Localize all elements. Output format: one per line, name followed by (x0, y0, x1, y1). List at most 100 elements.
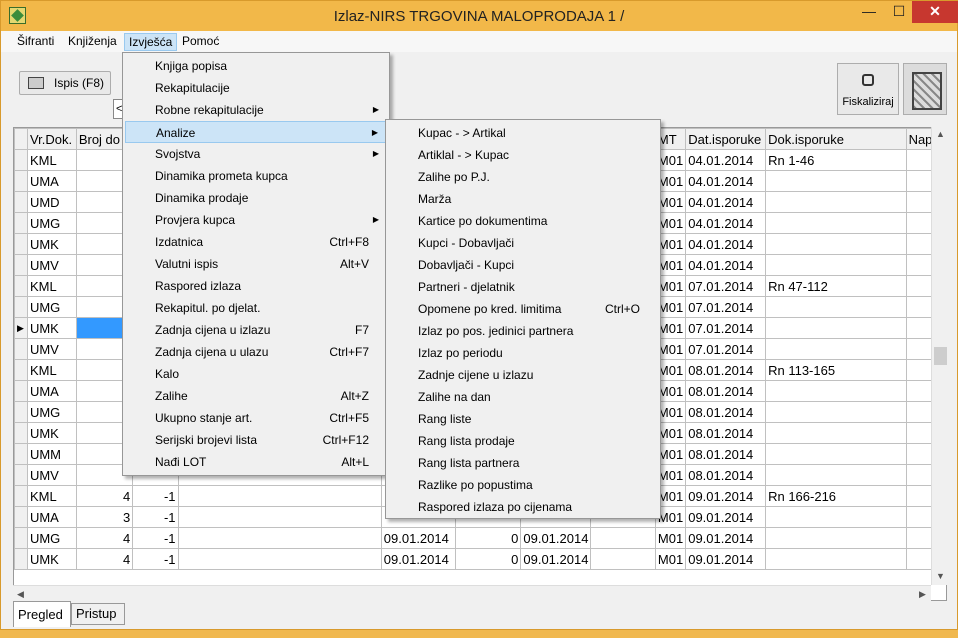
submenu-item[interactable]: Rang lista partnera (388, 452, 658, 474)
menu-izvjesca[interactable]: Izvješća (124, 33, 178, 51)
submenu-item[interactable]: Marža (388, 188, 658, 210)
cell-dat-isporuke[interactable]: 07.01.2014 (685, 338, 767, 360)
cell-vr-dok[interactable]: KML (26, 485, 77, 507)
menu-item[interactable]: Knjiga popisa (125, 55, 387, 77)
submenu-item[interactable]: Razlike po popustima (388, 474, 658, 496)
cell-col4[interactable] (177, 527, 382, 549)
submenu-item[interactable]: Kupac - > Artikal (388, 122, 658, 144)
cell-dat-isporuke[interactable]: 08.01.2014 (685, 422, 767, 444)
cell-dok-isporuke[interactable]: Rn 47-112 (765, 275, 907, 297)
tab-pristup[interactable]: Pristup (71, 603, 125, 625)
print-button[interactable]: Ispis (F8) (19, 71, 111, 95)
cell-dok-isporuke[interactable] (765, 464, 907, 486)
menu-item[interactable]: Raspored izlaza (125, 275, 387, 297)
cell-broj-dok[interactable]: 3 (75, 506, 134, 528)
menu-item[interactable]: Zadnja cijena u izlazu F7 (125, 319, 387, 341)
cell-dok-isporuke[interactable] (765, 296, 907, 318)
cell-vr-dok[interactable]: UMA (26, 506, 77, 528)
cell-vr-dok[interactable]: UMD (26, 191, 77, 213)
table-row[interactable]: UMK 4 -1 09.01.2014 0 09.01.2014 M01 09.01.2014 (14, 548, 946, 570)
cell-vr-dok[interactable]: UMM (26, 443, 77, 465)
scroll-left-icon[interactable]: ◀ (17, 589, 24, 600)
submenu-item[interactable]: Izlaz po periodu (388, 342, 658, 364)
cell-vr-dok[interactable]: UMV (26, 464, 77, 486)
cell-dok-isporuke[interactable] (765, 506, 907, 528)
menu-item[interactable]: Zadnja cijena u ulazu Ctrl+F7 (125, 341, 387, 363)
cell-date[interactable]: 09.01.2014 (380, 548, 456, 570)
cell-vr-dok[interactable]: UMG (26, 296, 77, 318)
cell-dat-isporuke[interactable]: 08.01.2014 (685, 380, 767, 402)
col-dat-isporuke[interactable]: Dat.isporuke (685, 128, 767, 150)
table-row[interactable]: UMG 4 -1 09.01.2014 0 09.01.2014 M01 09.01.2014 (14, 527, 946, 549)
menu-item[interactable]: Rekapitulacije (125, 77, 387, 99)
submenu-item[interactable]: Kupci - Dobavljači (388, 232, 658, 254)
cell-dat-isporuke[interactable]: 09.01.2014 (685, 527, 767, 549)
cell-dat-isporuke[interactable]: 04.01.2014 (685, 191, 767, 213)
cell-dat-isporuke[interactable]: 09.01.2014 (685, 548, 767, 570)
cell-vr-dok[interactable]: KML (26, 149, 77, 171)
cell-col3[interactable]: -1 (132, 506, 179, 528)
cell-col3[interactable]: -1 (132, 527, 179, 549)
cell-dok-isporuke[interactable] (765, 548, 907, 570)
cell-dok-isporuke[interactable] (765, 212, 907, 234)
submenu-item[interactable]: Dobavljači - Kupci (388, 254, 658, 276)
cell-col8[interactable] (590, 548, 656, 570)
cell-vr-dok[interactable]: UMA (26, 380, 77, 402)
cell-broj-dok[interactable]: 4 (75, 548, 134, 570)
cell-mt[interactable]: M01 (654, 548, 687, 570)
cell-vr-dok[interactable]: UMK (26, 422, 77, 444)
cell-col3[interactable]: -1 (132, 485, 179, 507)
cell-dok-isporuke[interactable] (765, 380, 907, 402)
cell-dok-isporuke[interactable] (765, 422, 907, 444)
menu-item[interactable]: Svojstva ▶ (125, 143, 387, 165)
menu-item[interactable]: Robne rekapitulacije ▶ (125, 99, 387, 121)
cell-dat-isporuke[interactable]: 07.01.2014 (685, 296, 767, 318)
cell-col4[interactable] (177, 485, 382, 507)
minimize-button[interactable]: — (853, 1, 885, 23)
cell-col8[interactable] (590, 527, 656, 549)
cell-dok-isporuke[interactable] (765, 191, 907, 213)
submenu-item[interactable]: Zalihe po P.J. (388, 166, 658, 188)
cell-broj-dok[interactable]: 4 (75, 527, 134, 549)
submenu-item[interactable]: Zalihe na dan (388, 386, 658, 408)
menu-pomoc[interactable]: Pomoć (178, 33, 223, 51)
cell-dok-isporuke[interactable]: Rn 166-216 (765, 485, 907, 507)
col-vr-dok[interactable]: Vr.Dok. (26, 128, 77, 150)
cell-date2[interactable]: 09.01.2014 (520, 527, 592, 549)
cell-vr-dok[interactable]: UMV (26, 338, 77, 360)
cell-dok-isporuke[interactable] (765, 338, 907, 360)
submenu-item[interactable]: Artiklal - > Kupac (388, 144, 658, 166)
tab-pregled[interactable]: Pregled (13, 601, 71, 627)
cell-vr-dok[interactable]: UMK (26, 548, 77, 570)
submenu-item[interactable]: Opomene po kred. limitima Ctrl+O (388, 298, 658, 320)
cell-dok-isporuke[interactable] (765, 401, 907, 423)
close-button[interactable]: ✕ (912, 1, 958, 23)
cell-dat-isporuke[interactable]: 08.01.2014 (685, 464, 767, 486)
cell-dat-isporuke[interactable]: 04.01.2014 (685, 212, 767, 234)
cell-dat-isporuke[interactable]: 08.01.2014 (685, 443, 767, 465)
cell-dok-isporuke[interactable] (765, 254, 907, 276)
horizontal-scrollbar[interactable]: ◀ ▶ (13, 585, 931, 602)
cell-col4[interactable] (177, 506, 382, 528)
submenu-item[interactable]: Rang liste (388, 408, 658, 430)
menu-item[interactable]: Zalihe Alt+Z (125, 385, 387, 407)
cell-broj-dok[interactable]: 4 (75, 485, 134, 507)
cell-dat-isporuke[interactable]: 07.01.2014 (685, 275, 767, 297)
menu-item[interactable]: Ukupno stanje art. Ctrl+F5 (125, 407, 387, 429)
col-dok-isporuke[interactable]: Dok.isporuke (765, 128, 907, 150)
cell-dat-isporuke[interactable]: 09.01.2014 (685, 506, 767, 528)
cell-dok-isporuke[interactable]: Rn 113-165 (765, 359, 907, 381)
cell-dok-isporuke[interactable] (765, 170, 907, 192)
cell-vr-dok[interactable]: KML (26, 275, 77, 297)
cell-qty[interactable]: 0 (454, 548, 522, 570)
grid-tool-button[interactable] (903, 63, 947, 115)
maximize-button[interactable]: ☐ (885, 1, 913, 23)
cell-vr-dok[interactable]: UMK (26, 317, 77, 339)
cell-dok-isporuke[interactable] (765, 233, 907, 255)
cell-dok-isporuke[interactable] (765, 317, 907, 339)
vertical-scroll-thumb[interactable] (934, 347, 947, 365)
submenu-item[interactable]: Rang lista prodaje (388, 430, 658, 452)
menu-item[interactable]: Provjera kupca ▶ (125, 209, 387, 231)
menu-item[interactable]: Nađi LOT Alt+L (125, 451, 387, 473)
cell-date2[interactable]: 09.01.2014 (520, 548, 592, 570)
